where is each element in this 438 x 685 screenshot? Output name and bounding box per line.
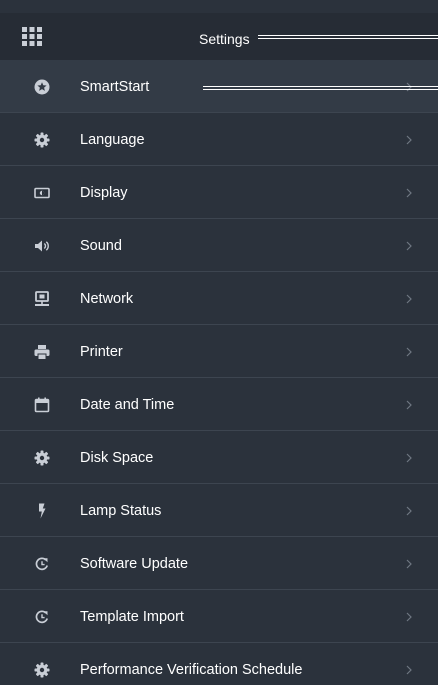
menu-item-label: Software Update (80, 556, 189, 572)
menu-item-label: Sound (80, 238, 122, 254)
menu-item-label: Printer (80, 344, 123, 360)
speaker-icon (34, 238, 50, 254)
menu-item-sound[interactable]: Sound (0, 219, 438, 272)
chevron-right-icon (403, 610, 415, 624)
refresh-icon (34, 556, 50, 572)
refresh-icon (34, 609, 50, 625)
annotation-line (258, 35, 438, 39)
chevron-right-icon (403, 133, 415, 147)
chevron-right-icon (403, 292, 415, 306)
settings-panel: Settings SmartStart Language Display Sou… (0, 0, 438, 685)
menu-item-date-and-time[interactable]: Date and Time (0, 378, 438, 431)
menu-item-network[interactable]: Network (0, 272, 438, 325)
chevron-right-icon (403, 239, 415, 253)
chevron-right-icon (403, 186, 415, 200)
display-icon (34, 185, 50, 201)
lightning-icon (34, 503, 50, 519)
menu-item-language[interactable]: Language (0, 113, 438, 166)
star-icon (34, 79, 50, 95)
grid-icon[interactable] (22, 27, 42, 46)
chevron-right-icon (403, 504, 415, 518)
menu-item-display[interactable]: Display (0, 166, 438, 219)
calendar-icon (34, 397, 50, 413)
gear-icon (34, 662, 50, 678)
menu-item-label: Lamp Status (80, 503, 162, 519)
chevron-right-icon (403, 663, 415, 677)
gear-icon (34, 132, 50, 148)
menu-item-performance-verification-schedule[interactable]: Performance Verification Schedule (0, 643, 438, 685)
menu-item-label: Disk Space (80, 450, 154, 466)
menu-item-label: Display (80, 185, 128, 201)
menu-item-label: Performance Verification Schedule (80, 662, 303, 678)
menu-item-label: Network (80, 291, 134, 307)
chevron-right-icon (403, 398, 415, 412)
chevron-right-icon (403, 557, 415, 571)
gear-icon (34, 450, 50, 466)
menu-item-label: SmartStart (80, 79, 150, 95)
page-title: Settings (199, 31, 250, 47)
chevron-right-icon (403, 345, 415, 359)
printer-icon (34, 344, 50, 360)
menu-item-printer[interactable]: Printer (0, 325, 438, 378)
annotation-line (203, 86, 438, 90)
menu-item-template-import[interactable]: Template Import (0, 590, 438, 643)
menu-item-lamp-status[interactable]: Lamp Status (0, 484, 438, 537)
menu-item-software-update[interactable]: Software Update (0, 537, 438, 590)
menu-item-disk-space[interactable]: Disk Space (0, 431, 438, 484)
settings-menu: SmartStart Language Display Sound Networ… (0, 60, 438, 685)
menu-item-label: Template Import (80, 609, 184, 625)
network-icon (34, 291, 50, 307)
menu-item-label: Date and Time (80, 397, 175, 413)
chevron-right-icon (403, 451, 415, 465)
menu-item-label: Language (80, 132, 145, 148)
